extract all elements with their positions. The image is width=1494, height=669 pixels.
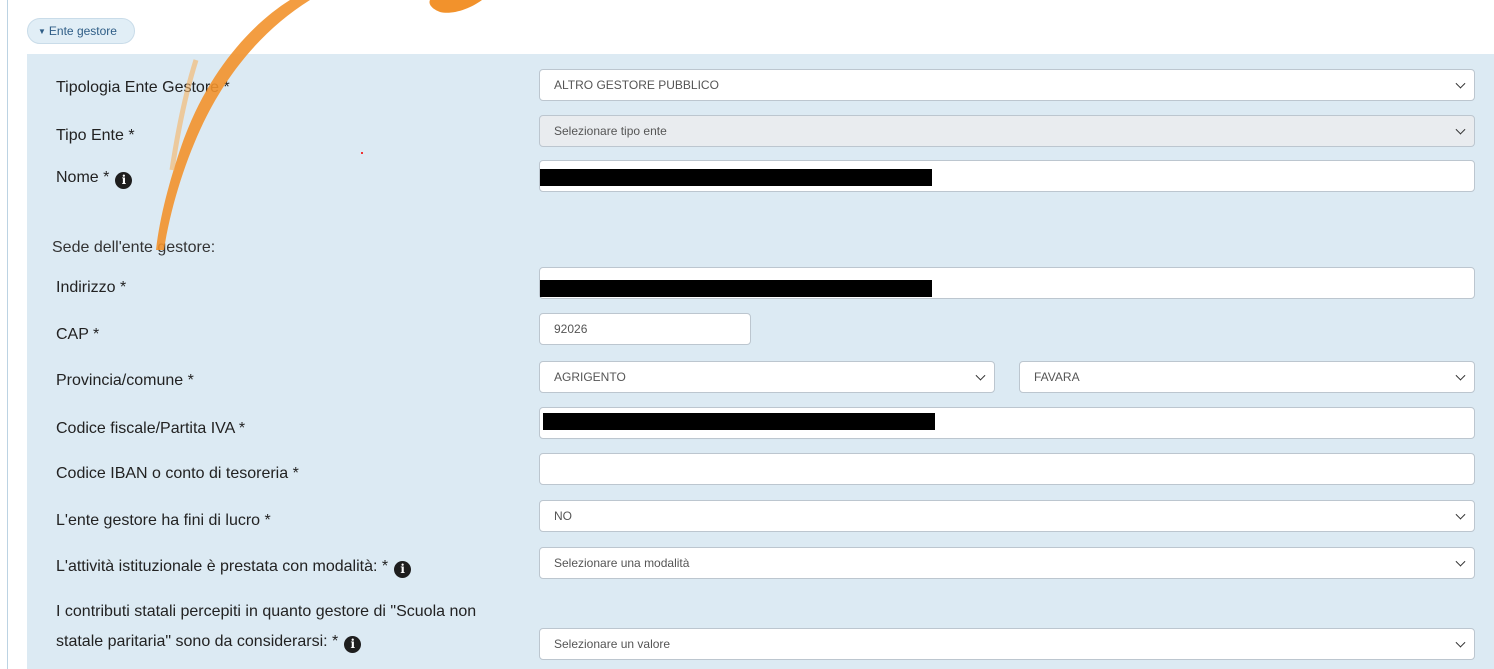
fini-lucro-value: NO bbox=[554, 509, 572, 523]
nome-label-text: Nome * bbox=[56, 169, 110, 186]
redaction-bar bbox=[540, 169, 932, 186]
provincia-comune-label: Provincia/comune * bbox=[56, 372, 194, 389]
cap-input[interactable]: 92026 bbox=[539, 313, 751, 345]
tipo-ente-select[interactable]: Selezionare tipo ente bbox=[539, 115, 1475, 147]
info-icon[interactable]: i bbox=[115, 172, 133, 189]
chevron-down-icon bbox=[1455, 370, 1466, 381]
chevron-down-icon bbox=[1455, 124, 1466, 135]
redaction-bar bbox=[540, 280, 932, 297]
left-border-rule bbox=[7, 0, 8, 669]
sede-heading: Sede dell'ente gestore: bbox=[52, 239, 216, 256]
contributi-label-line1: I contributi statali percepiti in quanto… bbox=[56, 603, 477, 620]
chevron-down-icon bbox=[1455, 78, 1466, 89]
contributi-select[interactable]: Selezionare un valore bbox=[539, 628, 1475, 660]
modalita-placeholder: Selezionare una modalità bbox=[554, 556, 690, 570]
comune-value: FAVARA bbox=[1034, 370, 1080, 384]
indirizzo-label: Indirizzo * bbox=[56, 279, 127, 296]
tipologia-value: ALTRO GESTORE PUBBLICO bbox=[554, 78, 719, 92]
ente-gestore-toggle-label: Ente gestore bbox=[48, 24, 117, 38]
codice-fiscale-label: Codice fiscale/Partita IVA * bbox=[56, 420, 246, 437]
tipologia-label: Tipologia Ente Gestore * bbox=[56, 79, 230, 96]
info-icon[interactable]: i bbox=[344, 636, 362, 653]
fini-lucro-label: L'ente gestore ha fini di lucro * bbox=[56, 512, 271, 529]
chevron-down-icon bbox=[1455, 556, 1466, 567]
modalita-select[interactable]: Selezionare una modalità bbox=[539, 547, 1475, 579]
modalita-label-text: L'attività istituzionale è prestata con … bbox=[56, 558, 389, 575]
modalita-label: L'attività istituzionale è prestata con … bbox=[56, 558, 412, 578]
contributi-placeholder: Selezionare un valore bbox=[554, 637, 671, 651]
provincia-select[interactable]: AGRIGENTO bbox=[539, 361, 995, 393]
comune-select[interactable]: FAVARA bbox=[1019, 361, 1475, 393]
ente-gestore-toggle[interactable]: ▼ Ente gestore bbox=[27, 18, 135, 44]
nome-label: Nome * i bbox=[56, 169, 133, 189]
info-icon[interactable]: i bbox=[394, 561, 412, 578]
iban-input[interactable] bbox=[539, 453, 1475, 485]
tipologia-select[interactable]: ALTRO GESTORE PUBBLICO bbox=[539, 69, 1475, 101]
stray-mark bbox=[361, 152, 363, 154]
provincia-value: AGRIGENTO bbox=[554, 370, 626, 384]
chevron-down-icon bbox=[1455, 637, 1466, 648]
iban-label: Codice IBAN o conto di tesoreria * bbox=[56, 465, 299, 482]
cap-label: CAP * bbox=[56, 326, 100, 343]
chevron-down-icon bbox=[1455, 509, 1466, 520]
contributi-label-text: statale paritaria" sono da considerarsi:… bbox=[56, 633, 339, 650]
tipo-ente-label: Tipo Ente * bbox=[56, 127, 135, 144]
contributi-label-line2: statale paritaria" sono da considerarsi:… bbox=[56, 633, 362, 653]
fini-lucro-select[interactable]: NO bbox=[539, 500, 1475, 532]
chevron-down-icon bbox=[975, 370, 986, 381]
tipo-ente-placeholder: Selezionare tipo ente bbox=[554, 124, 667, 138]
redaction-bar bbox=[543, 413, 935, 430]
cap-value: 92026 bbox=[554, 322, 588, 336]
caret-down-icon: ▼ bbox=[38, 26, 46, 36]
